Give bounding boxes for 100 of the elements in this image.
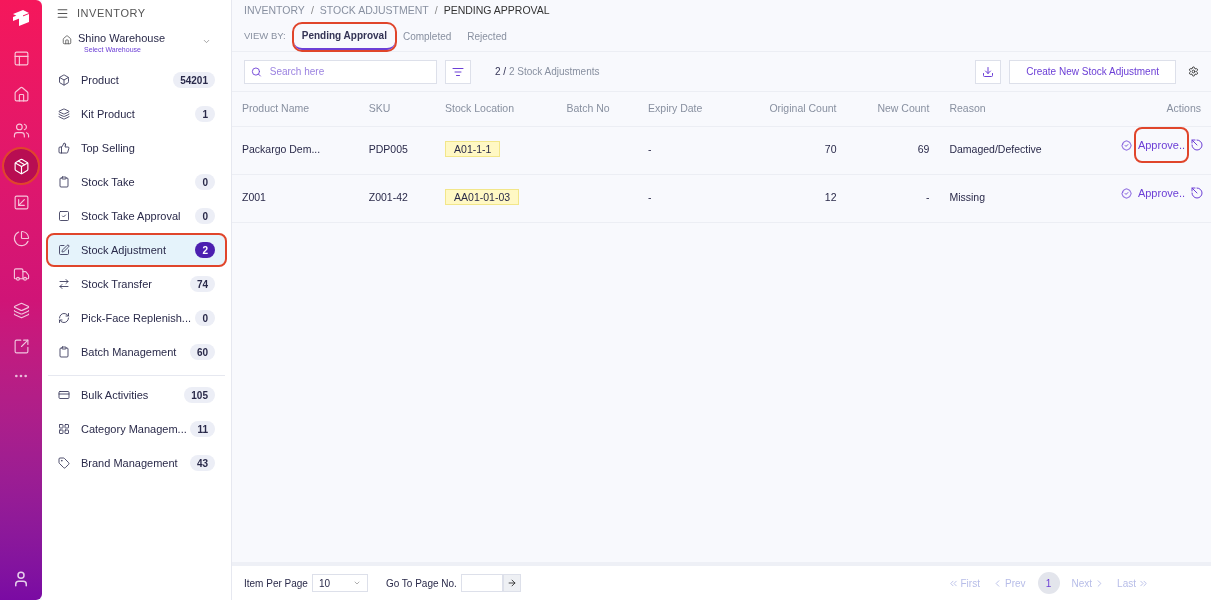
box-icon[interactable]: [4, 149, 38, 183]
filter-button[interactable]: [445, 59, 471, 84]
count-badge: 0: [195, 208, 215, 224]
sidebar-item-label: Stock Adjustment: [81, 242, 167, 258]
breadcrumb-item: PENDING APPROVAL: [443, 3, 550, 19]
approve-link[interactable]: Approve..: [1135, 184, 1187, 202]
count-badge: 60: [189, 344, 215, 360]
column-header: Actions: [1166, 101, 1201, 114]
location-tag: AA01-01-03: [445, 189, 520, 206]
download-icon: [982, 65, 995, 78]
check-square-icon: [58, 210, 70, 222]
filter-icon: [452, 65, 464, 78]
sidebar-item[interactable]: Stock Adjustment 2: [48, 235, 225, 265]
sidebar-item[interactable]: Stock Transfer 74: [48, 269, 225, 299]
column-header: Batch No: [566, 101, 610, 114]
sidebar-item[interactable]: Kit Product 1: [48, 99, 225, 129]
table-cell: -: [648, 143, 652, 156]
view-tab[interactable]: Pending Approval: [293, 23, 395, 50]
approve-link[interactable]: Approve..: [1135, 128, 1187, 162]
table-cell: 70: [824, 143, 837, 156]
column-header: Stock Location: [445, 101, 514, 114]
count-badge: 54201: [173, 72, 215, 88]
home-icon: [62, 35, 72, 45]
table-cell: Damaged/Defective: [949, 143, 1042, 156]
sidebar-item[interactable]: Stock Take Approval 0: [48, 201, 225, 231]
sidebar-item-label: Stock Transfer: [81, 276, 153, 292]
location-tag: A01-1-1: [445, 141, 501, 158]
refresh-icon: [58, 312, 70, 324]
column-header: Product Name: [242, 101, 310, 114]
sidebar-item[interactable]: Product 54201: [48, 65, 225, 95]
chevron-down-icon: [202, 37, 211, 46]
user-icon[interactable]: [12, 570, 30, 588]
grid-icon: [58, 423, 70, 435]
column-header: Reason: [949, 101, 986, 114]
sidebar-item-label: Kit Product: [81, 106, 136, 122]
sidebar-item-label: Pick-Face Replenish...: [81, 310, 193, 326]
goto-label: Go To Page No.: [385, 576, 457, 591]
table-cell: PDP005: [368, 143, 408, 156]
chevron-down-icon: [352, 579, 361, 587]
search-icon: [251, 65, 262, 78]
page-number-field[interactable]: [460, 574, 503, 592]
sidebar-item-label: Top Selling: [81, 140, 136, 156]
check-badge-icon: [1120, 139, 1132, 151]
card-icon: [58, 389, 70, 401]
table-cell: Z001: [242, 191, 266, 204]
breadcrumb-separator: /: [310, 3, 314, 19]
count-badge: 0: [195, 310, 215, 326]
search-input[interactable]: Search here: [269, 64, 430, 79]
count-badge: 74: [189, 276, 215, 292]
arrow-circle-icon[interactable]: [1191, 187, 1203, 199]
arrow-right-icon: [506, 578, 517, 588]
per-page-label: Item Per Page: [244, 576, 308, 591]
table-cell: Z001-42: [368, 191, 408, 204]
table-cell: -: [925, 191, 930, 204]
table-cell: -: [648, 191, 652, 204]
sidebar-item[interactable]: Batch Management 60: [48, 337, 225, 367]
check-badge-icon: [1120, 187, 1132, 199]
logo-icon: [11, 8, 31, 28]
breadcrumb-separator: /: [434, 3, 438, 19]
box-icon: [58, 74, 70, 86]
count-badge: 1: [195, 106, 215, 122]
warehouse-name: Shino Warehouse: [78, 31, 167, 45]
sidebar-item[interactable]: Pick-Face Replenish... 0: [48, 303, 225, 333]
arrow-circle-icon[interactable]: [1191, 139, 1203, 151]
column-header: Expiry Date: [648, 101, 703, 114]
count-badge: 11: [190, 421, 215, 437]
sidebar-item[interactable]: Top Selling: [48, 133, 225, 163]
sidebar-item-label: Brand Management: [81, 455, 179, 471]
table-cell: 69: [917, 143, 930, 156]
sidebar-item-label: Batch Management: [81, 344, 178, 360]
table-cell: 12: [824, 191, 837, 204]
clipboard-icon: [58, 346, 70, 358]
tag-icon: [58, 457, 70, 469]
thumbs-up-icon: [58, 142, 70, 154]
download-button[interactable]: [975, 59, 1002, 84]
layers-icon: [58, 108, 70, 120]
settings-icon[interactable]: [1188, 66, 1199, 77]
sidebar-item[interactable]: Brand Management 43: [48, 448, 225, 478]
per-page-select[interactable]: 10: [311, 574, 368, 592]
table-cell: Packargo Dem...: [242, 143, 321, 156]
sidebar-item[interactable]: Category Managem... 11: [48, 414, 225, 444]
search-field[interactable]: Search here: [244, 59, 437, 84]
count-badge: 2: [195, 242, 215, 258]
sidebar-item[interactable]: Bulk Activities 105: [48, 380, 225, 410]
create-button[interactable]: Create New Stock Adjustment: [1009, 59, 1176, 84]
menu-icon[interactable]: [56, 6, 69, 20]
sidebar-item-label: Product: [81, 72, 120, 88]
count-badge: 43: [189, 455, 215, 471]
page-button[interactable]: 1: [1037, 572, 1060, 594]
column-header: SKU: [368, 101, 391, 114]
sidebar-item-label: Category Managem...: [81, 421, 188, 437]
sidebar-item-label: Stock Take: [81, 174, 136, 190]
column-header: Original Count: [769, 101, 837, 114]
count-badge: 105: [184, 387, 215, 403]
column-header: New Count: [877, 101, 930, 114]
result-count: 2 / 2 Stock Adjustments: [495, 65, 600, 79]
sidebar-item[interactable]: Stock Take 0: [48, 167, 225, 197]
sidebar-item-label: Bulk Activities: [81, 387, 150, 403]
transfer-icon: [58, 278, 70, 290]
clipboard-icon: [58, 176, 70, 188]
